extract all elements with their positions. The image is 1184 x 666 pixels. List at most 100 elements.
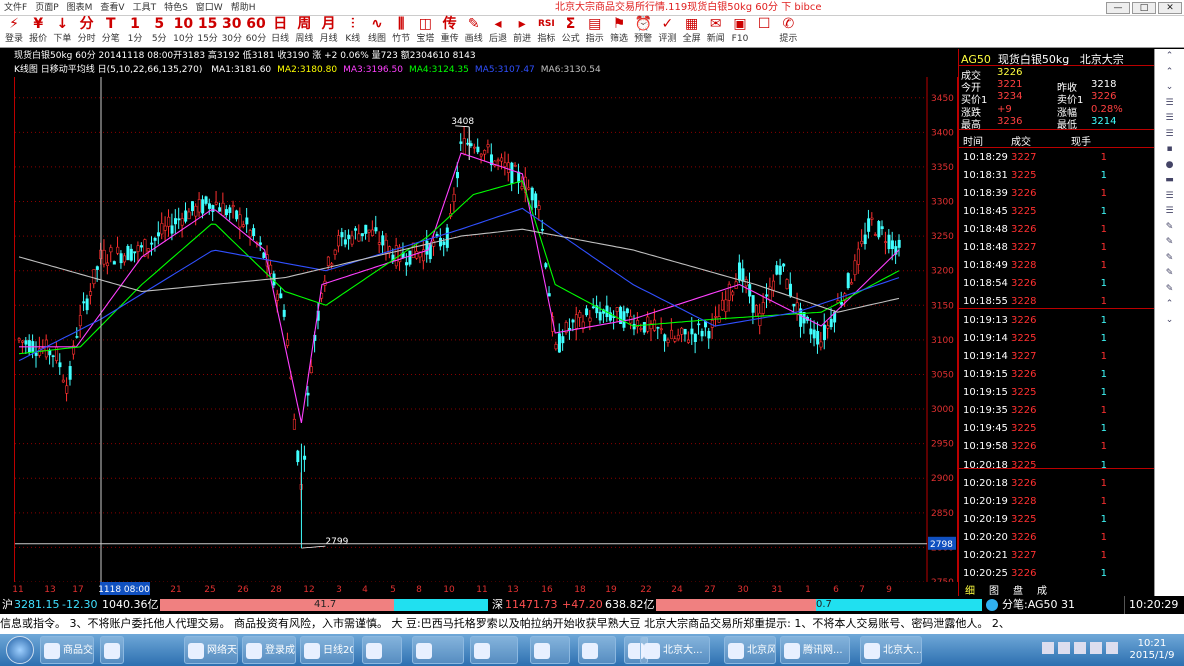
toolbar-button-28[interactable]: ▦ 全屏: [680, 16, 704, 48]
taskbar-item[interactable]: 北京大...: [860, 636, 922, 664]
toolbar-button-3[interactable]: 分分时: [75, 16, 99, 48]
side-tool-icon[interactable]: ✎: [1155, 235, 1184, 251]
side-tool-icon[interactable]: ☰: [1155, 96, 1184, 112]
toolbar-button-29[interactable]: ✉ 新闻: [704, 16, 728, 48]
menu-item-6[interactable]: 窗口W: [196, 0, 223, 16]
taskbar-item[interactable]: 日线20...: [300, 636, 354, 664]
menu-item-5[interactable]: 特色S: [164, 0, 188, 16]
menu-item-4[interactable]: 工具T: [133, 0, 157, 16]
taskbar-item[interactable]: 商品交...: [40, 636, 94, 664]
candle: [591, 298, 595, 310]
side-tool-icon[interactable]: ✎: [1155, 220, 1184, 236]
toolbar-button-19[interactable]: ✎ 画线: [462, 16, 486, 48]
start-button[interactable]: [6, 636, 34, 664]
globe-icon[interactable]: [986, 599, 998, 611]
menu-item-2[interactable]: 图表M: [67, 0, 93, 16]
side-tool-icon[interactable]: ⌄: [1155, 80, 1184, 96]
taskbar-item[interactable]: [412, 636, 464, 664]
toolbar-button-26[interactable]: ⏰ 预警: [631, 16, 655, 48]
side-tool-icon[interactable]: ⌃: [1155, 49, 1184, 65]
toolbar-button-7[interactable]: 10 10分: [171, 16, 195, 48]
clock[interactable]: 10:21 2015/1/9: [1124, 638, 1180, 662]
kline-chart-svg[interactable]: 2750280028502900295030003050310031503200…: [15, 77, 959, 588]
toolbar-button-5[interactable]: 1 1分: [123, 16, 147, 48]
toolbar-button-12[interactable]: 周周线: [292, 16, 316, 48]
side-tool-icon[interactable]: ✎: [1155, 266, 1184, 282]
toolbar-button-17[interactable]: ◫ 宝塔: [413, 16, 437, 48]
toolbar-button-20[interactable]: ◂ 后退: [486, 16, 510, 48]
side-tool-icon[interactable]: ☰: [1155, 204, 1184, 220]
toolbar-button-24[interactable]: ▤ 指示: [583, 16, 607, 48]
side-tool-icon[interactable]: ☰: [1155, 127, 1184, 143]
app-icon: [474, 643, 490, 659]
side-tool-icon[interactable]: ☰: [1155, 189, 1184, 205]
toolbar-button-4[interactable]: T 分笔: [99, 16, 123, 48]
side-tool-icon[interactable]: ●: [1155, 158, 1184, 174]
taskbar-item[interactable]: [362, 636, 402, 664]
taskbar-item[interactable]: [470, 636, 518, 664]
taskbar-item[interactable]: 北京风...: [724, 636, 776, 664]
side-tool-icon[interactable]: ✎: [1155, 282, 1184, 298]
tray-icon[interactable]: [1042, 642, 1054, 654]
taskbar-item[interactable]: [578, 636, 616, 664]
panel-tab-1[interactable]: 图: [989, 582, 999, 597]
side-tool-icon[interactable]: ☰: [1155, 111, 1184, 127]
tick-time: 10:20:18: [963, 460, 1008, 471]
side-tool-icon[interactable]: ✎: [1155, 251, 1184, 267]
taskbar-item[interactable]: 腾讯网...: [780, 636, 850, 664]
menu-item-3[interactable]: 查看V: [100, 0, 124, 16]
toolbar-icon: 周: [297, 16, 312, 32]
side-tool-icon[interactable]: ▬: [1155, 173, 1184, 189]
menu-item-1[interactable]: 页面P: [35, 0, 58, 16]
taskbar-item[interactable]: [100, 636, 124, 664]
close-button[interactable]: ✕: [1158, 2, 1182, 14]
side-tool-icon[interactable]: ⌃: [1155, 65, 1184, 81]
volume-icon[interactable]: [1090, 642, 1102, 654]
taskbar-item-label: 北京大...: [883, 645, 922, 656]
taskbar-item[interactable]: 登录成...: [242, 636, 296, 664]
indicator-label[interactable]: K线图 日移动平均线 日(5,10,22,66,135,270): [14, 65, 202, 75]
toolbar-button-25[interactable]: ⚑ 筛选: [607, 16, 631, 48]
toolbar-button-27[interactable]: ✓ 评测: [655, 16, 679, 48]
panel-tab-2[interactable]: 盘: [1013, 582, 1023, 597]
sz-amount: 638.82亿: [605, 598, 655, 611]
candle: [517, 163, 521, 194]
toolbar-button-0[interactable]: ⚡ 登录: [2, 16, 26, 48]
side-tool-icon[interactable]: ⌃: [1155, 297, 1184, 313]
toolbar-button-13[interactable]: 月月线: [317, 16, 341, 48]
network-icon[interactable]: [1074, 642, 1086, 654]
toolbar-button-11[interactable]: 日日线: [268, 16, 292, 48]
toolbar-button-2[interactable]: ↓ 下单: [50, 16, 74, 48]
taskbar-item[interactable]: 网络天...: [184, 636, 238, 664]
maximize-button[interactable]: □: [1132, 2, 1156, 14]
toolbar-button-16[interactable]: ⫼ 竹节: [389, 16, 413, 48]
toolbar-button-6[interactable]: 5 5分: [147, 16, 171, 48]
toolbar-button-23[interactable]: Σ 公式: [559, 16, 583, 48]
panel-tab-0[interactable]: 细: [965, 582, 975, 597]
menu-item-7[interactable]: 帮助H: [231, 0, 256, 16]
panel-tab-3[interactable]: 成: [1037, 582, 1047, 597]
minimize-button[interactable]: —: [1106, 2, 1130, 14]
side-tool-icon[interactable]: ⌄: [1155, 313, 1184, 329]
toolbar-button-21[interactable]: ▸ 前进: [510, 16, 534, 48]
side-tool-icon[interactable]: ▪: [1155, 142, 1184, 158]
tray-icon[interactable]: [1058, 642, 1070, 654]
news-ticker[interactable]: 信息或指令。 3、不将账户委托他人代理交易。 商品投资有风险，入市需谨慎。 大 …: [0, 614, 1184, 634]
toolbar-button-22[interactable]: RSI 指标: [534, 16, 558, 48]
toolbar-button-31[interactable]: ☐: [752, 16, 776, 48]
taskbar-item[interactable]: [530, 636, 570, 664]
menu-item-0[interactable]: 文件F: [4, 0, 27, 16]
toolbar-button-32[interactable]: ✆ 提示: [776, 16, 800, 48]
toolbar-button-9[interactable]: 30 30分: [220, 16, 244, 48]
toolbar-button-18[interactable]: 传重传: [438, 16, 462, 48]
tray-icon[interactable]: [1106, 642, 1118, 654]
tick-row: 10:18:48 3227 1: [963, 239, 1153, 257]
toolbar-button-8[interactable]: 15 15分: [196, 16, 220, 48]
kline-chart[interactable]: 2750280028502900295030003050310031503200…: [14, 77, 959, 588]
toolbar-button-15[interactable]: ∿ 线图: [365, 16, 389, 48]
taskbar-item[interactable]: 北京大...: [640, 636, 710, 664]
toolbar-button-1[interactable]: ¥ 报价: [26, 16, 50, 48]
toolbar-button-10[interactable]: 60 60分: [244, 16, 268, 48]
toolbar-button-14[interactable]: ⫶ K线: [341, 16, 365, 48]
toolbar-button-30[interactable]: ▣ F10: [728, 16, 752, 48]
